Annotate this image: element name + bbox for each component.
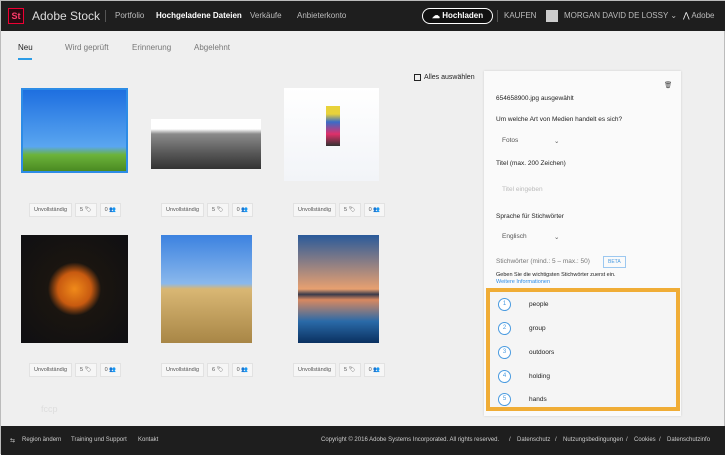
item-status: Unvollständig 5 🏷 0 👥 xyxy=(293,363,386,377)
keyword-item[interactable]: 1 people xyxy=(498,298,549,311)
title-input[interactable]: Titel eingeben xyxy=(502,186,543,193)
trash-icon[interactable]: 🗑 xyxy=(664,81,672,89)
tag-icon: 🏷 xyxy=(216,207,224,213)
privacy-link[interactable]: Datenschutz xyxy=(517,437,550,443)
people-icon: 👥 xyxy=(373,367,381,373)
terms-link[interactable]: Nutzungsbedingungen xyxy=(563,437,623,443)
tab-in-review[interactable]: Wird geprüft xyxy=(65,43,109,52)
select-all[interactable]: Alles auswählen xyxy=(414,74,475,81)
media-type-label: Um welche Art von Medien handelt es sich… xyxy=(496,116,623,123)
people-icon: 👥 xyxy=(373,207,381,213)
chevron-down-icon: ⌄ xyxy=(554,138,560,145)
divider xyxy=(105,10,106,22)
chevron-down-icon: ⌄ xyxy=(554,234,560,241)
avatar[interactable] xyxy=(546,10,558,22)
people-icon: 👥 xyxy=(241,207,249,213)
top-nav: St Adobe Stock Portfolio Hochgeladene Da… xyxy=(1,1,725,31)
privacy-info-link[interactable]: Datenschutzinfo xyxy=(667,437,710,443)
cookies-link[interactable]: Cookies xyxy=(634,437,656,443)
training-link[interactable]: Training und Support xyxy=(71,437,127,443)
language-select[interactable]: Englisch ⌄ xyxy=(502,233,562,241)
item-status: Unvollständig 5 🏷 0 👥 xyxy=(29,203,122,217)
chevron-down-icon: ⌄ xyxy=(670,11,678,20)
tag-icon: 🏷 xyxy=(348,367,356,373)
photo-skier[interactable] xyxy=(284,88,379,181)
item-status: Unvollständig 5 🏷 0 👥 xyxy=(293,203,386,217)
faint-text: fccp xyxy=(41,404,58,414)
checkbox[interactable] xyxy=(414,74,421,81)
people-icon: 👥 xyxy=(109,207,117,213)
region-icon: ⇆ xyxy=(10,438,16,444)
nav-portfolio[interactable]: Portfolio xyxy=(115,1,144,31)
language-label: Sprache für Stichwörter xyxy=(496,213,564,220)
footer: ⇆ Region ändern Training und Support Kon… xyxy=(1,426,725,455)
title-label: Titel (max. 200 Zeichen) xyxy=(496,160,566,167)
adobe-link[interactable]: ⋀ Adobe xyxy=(683,1,714,31)
copyright: Copyright © 2016 Adobe Systems Incorpora… xyxy=(321,437,500,443)
region-link[interactable]: Region ändern xyxy=(22,437,61,443)
keywords-label: Stichwörter (mind.: 5 – max.: 50) xyxy=(496,258,590,265)
upload-button[interactable]: ☁ Hochladen xyxy=(422,8,494,24)
keyword-item[interactable]: 4 holding xyxy=(498,370,550,383)
tag-icon: 🏷 xyxy=(84,367,92,373)
photo-people-jumping[interactable] xyxy=(21,88,128,173)
more-info-link[interactable]: Weitere Informationen xyxy=(496,279,550,285)
photo-pumpkin[interactable] xyxy=(21,235,128,343)
photo-group-hug[interactable] xyxy=(151,119,261,169)
tab-reminder[interactable]: Erinnerung xyxy=(132,43,171,52)
user-menu[interactable]: MORGAN DAVID DE LOSSY ⌄ xyxy=(564,1,677,31)
cloud-upload-icon: ☁ xyxy=(432,11,443,20)
item-status: Unvollständig 6 🏷 0 👥 xyxy=(161,363,254,377)
keywords-hint: Geben Sie die wichtigsten Stichwörter zu… xyxy=(496,272,616,278)
keyword-item[interactable]: 2 group xyxy=(498,322,546,335)
nav-uploaded-files[interactable]: Hochgeladene Dateien xyxy=(156,1,242,31)
item-status: Unvollständig 5 🏷 0 👥 xyxy=(29,363,122,377)
buy-link[interactable]: KAUFEN xyxy=(504,1,536,31)
keywords-list: 1 people 2 group 3 outdoors 4 holding 5 hands xyxy=(486,288,680,411)
active-tab-indicator xyxy=(18,58,32,60)
tab-new[interactable]: Neu xyxy=(18,43,33,52)
media-type-select[interactable]: Fotos ⌄ xyxy=(502,137,562,145)
people-icon: 👥 xyxy=(109,367,117,373)
beta-badge: BETA xyxy=(603,256,626,268)
nav-sales[interactable]: Verkäufe xyxy=(250,1,282,31)
brand-name[interactable]: Adobe Stock xyxy=(32,1,100,31)
tab-rejected[interactable]: Abgelehnt xyxy=(194,43,230,52)
nav-contributor-account[interactable]: Anbieterkonto xyxy=(297,1,346,31)
tag-icon: 🏷 xyxy=(216,367,224,373)
tag-icon: 🏷 xyxy=(84,207,92,213)
adobe-stock-logo[interactable]: St xyxy=(8,8,24,24)
divider xyxy=(497,10,498,22)
people-icon: 👥 xyxy=(241,367,249,373)
contact-link[interactable]: Kontakt xyxy=(138,437,158,443)
photo-sunset-drone[interactable] xyxy=(298,235,379,343)
tag-icon: 🏷 xyxy=(348,207,356,213)
item-status: Unvollständig 5 🏷 0 👥 xyxy=(161,203,254,217)
keyword-item[interactable]: 5 hands xyxy=(498,393,547,406)
photo-wheat-field[interactable] xyxy=(161,235,252,343)
keyword-item[interactable]: 3 outdoors xyxy=(498,346,554,359)
selected-file: 654658900.jpg ausgewählt xyxy=(496,95,574,102)
